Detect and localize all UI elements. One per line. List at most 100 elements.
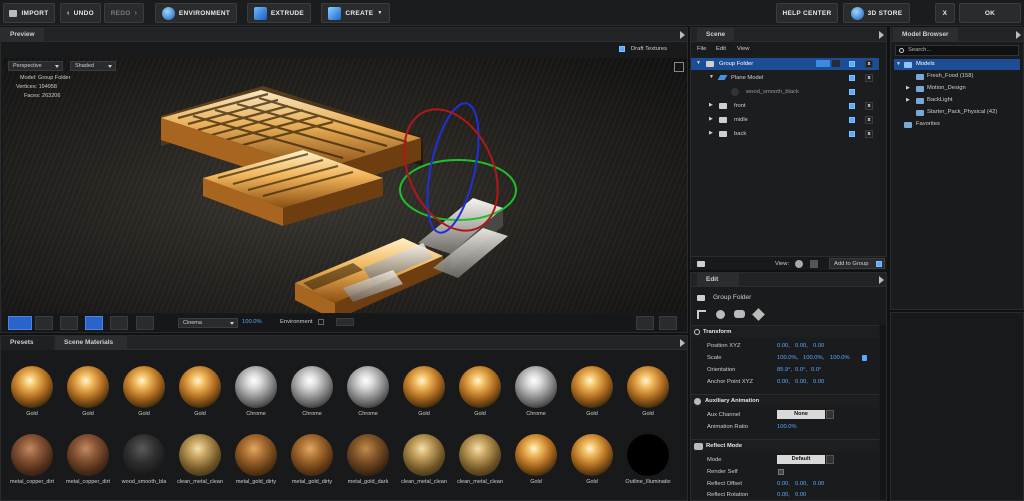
expand-arrow-icon[interactable]: ▶ <box>709 116 713 122</box>
visibility-checkbox[interactable] <box>849 103 855 109</box>
shape-icon[interactable] <box>752 308 765 321</box>
reflect-rotation-y[interactable]: 0.00 <box>795 492 806 498</box>
orientation-z[interactable]: 0.0° <box>811 367 821 373</box>
new-folder-icon[interactable] <box>697 261 705 267</box>
scale-tool-icon[interactable] <box>110 316 128 330</box>
material-swatch[interactable] <box>459 366 501 408</box>
environment-swatch[interactable] <box>336 318 354 326</box>
tree-row-midle[interactable]: ▶ midle x <box>691 114 879 126</box>
tree-row-material[interactable]: wood_smooth_black <box>691 86 879 98</box>
material-swatch[interactable] <box>627 366 669 408</box>
browser-item-models[interactable]: ▼ Models <box>894 59 1020 70</box>
position-y[interactable]: 0.00, <box>795 343 808 349</box>
expand-arrow-icon[interactable]: ▶ <box>906 97 910 103</box>
material-swatch[interactable] <box>403 366 445 408</box>
chevron-down-icon[interactable] <box>832 60 840 67</box>
select-arrow-icon[interactable] <box>35 316 53 330</box>
3d-viewport[interactable]: Perspective Shaded Model: Group Folder V… <box>3 58 687 313</box>
zoom-value[interactable]: 100.0% <box>242 319 262 325</box>
render-mode-select[interactable]: Cinema <box>178 318 238 328</box>
material-swatch[interactable] <box>515 434 557 476</box>
3d-store-button[interactable]: 3D STORE <box>843 3 910 23</box>
position-x[interactable]: 0.00, <box>777 343 790 349</box>
material-swatch[interactable] <box>291 434 333 476</box>
material-swatch[interactable] <box>123 434 165 476</box>
move-icon[interactable] <box>697 310 706 319</box>
visibility-checkbox[interactable] <box>849 89 855 95</box>
scale-x[interactable]: 100.0%, <box>777 355 798 361</box>
delete-icon[interactable]: x <box>865 130 873 138</box>
visibility-checkbox[interactable] <box>849 117 855 123</box>
aux-section-header[interactable]: Auxiliary Animation <box>691 394 879 407</box>
tree-row-back[interactable]: ▶ back x <box>691 128 879 140</box>
tab-edit[interactable]: Edit <box>697 273 739 287</box>
scene-collapse-icon[interactable] <box>879 31 884 39</box>
fit-view-icon[interactable] <box>636 316 654 330</box>
material-swatch[interactable] <box>627 434 669 476</box>
reflect-mode-chevron-icon[interactable] <box>826 455 834 464</box>
reflect-offset-y[interactable]: 0.00, <box>795 481 808 487</box>
material-swatch[interactable] <box>123 366 165 408</box>
material-swatch[interactable] <box>179 434 221 476</box>
panel-collapse-icon[interactable] <box>680 31 685 39</box>
material-swatch[interactable] <box>515 366 557 408</box>
material-swatch[interactable] <box>67 366 109 408</box>
aux-channel-chevron-icon[interactable] <box>826 410 834 419</box>
layer-badge[interactable] <box>816 60 830 67</box>
draft-textures-checkbox[interactable] <box>619 46 625 52</box>
scale-z[interactable]: 100.0% <box>830 355 850 361</box>
camera-select[interactable]: Perspective <box>8 61 63 71</box>
reflect-rotation-x[interactable]: 0.00, <box>777 492 790 498</box>
delete-icon[interactable]: x <box>865 60 873 68</box>
undo-button[interactable]: ‹ UNDO <box>60 3 101 23</box>
tab-presets[interactable]: Presets <box>1 336 53 350</box>
expand-arrow-icon[interactable]: ▼ <box>896 61 901 67</box>
material-swatch[interactable] <box>235 434 277 476</box>
edit-collapse-icon[interactable] <box>879 276 884 284</box>
tab-scene-materials[interactable]: Scene Materials <box>55 336 127 350</box>
ok-button[interactable]: OK <box>959 3 1021 23</box>
material-swatch[interactable] <box>235 366 277 408</box>
orientation-x[interactable]: 85.9°, <box>777 367 792 373</box>
material-swatch[interactable] <box>571 434 613 476</box>
add-to-group-button[interactable]: Add to Group <box>829 258 885 269</box>
anchor-z[interactable]: 0.00 <box>813 379 824 385</box>
reflect-mode-select[interactable]: Default <box>777 455 825 464</box>
reflect-offset-x[interactable]: 0.00, <box>777 481 790 487</box>
expand-arrow-icon[interactable]: ▶ <box>709 130 713 136</box>
browser-item-motion-design[interactable]: ▶ Motion_Design <box>894 83 1020 94</box>
tree-row-group-folder[interactable]: ▼ Group Folder x <box>691 58 879 70</box>
tab-preview[interactable]: Preview <box>1 28 44 42</box>
render-self-checkbox[interactable] <box>778 469 784 475</box>
visibility-checkbox[interactable] <box>849 131 855 137</box>
delete-icon[interactable]: x <box>865 74 873 82</box>
environment-button[interactable]: ENVIRONMENT <box>155 3 237 23</box>
extrude-button[interactable]: EXTRUDE <box>247 3 311 23</box>
anchor-x[interactable]: 0.00, <box>777 379 790 385</box>
expand-arrow-icon[interactable]: ▼ <box>696 60 701 66</box>
screen-view-icon[interactable] <box>659 316 677 330</box>
aux-channel-select[interactable]: None <box>777 410 825 419</box>
expand-arrow-icon[interactable]: ▶ <box>906 85 910 91</box>
visibility-checkbox[interactable] <box>849 75 855 81</box>
edit-scrollbar[interactable] <box>880 325 886 500</box>
create-button[interactable]: CREATE ▼ <box>321 3 390 23</box>
menu-view[interactable]: View <box>737 46 749 52</box>
rotate-tool-icon[interactable] <box>85 316 103 330</box>
help-center-button[interactable]: HELP CENTER <box>776 3 838 23</box>
shading-select[interactable]: Shaded <box>70 61 116 71</box>
menu-file[interactable]: File <box>697 46 706 52</box>
orientation-y[interactable]: 0.0°, <box>795 367 807 373</box>
material-swatch[interactable] <box>67 434 109 476</box>
reflect-offset-z[interactable]: 0.00 <box>813 481 824 487</box>
browser-item-favorites[interactable]: Favorites <box>894 119 1020 130</box>
modifier-icon[interactable] <box>716 310 725 319</box>
material-icon[interactable] <box>734 310 745 318</box>
material-swatch[interactable] <box>11 434 53 476</box>
add-to-group-checkbox[interactable] <box>876 261 882 267</box>
material-swatch[interactable] <box>347 366 389 408</box>
anchor-y[interactable]: 0.00, <box>795 379 808 385</box>
reflect-section-header[interactable]: Reflect Mode <box>691 439 879 452</box>
tree-row-front[interactable]: ▶ front x <box>691 100 879 112</box>
maximize-viewport-icon[interactable] <box>674 62 684 72</box>
